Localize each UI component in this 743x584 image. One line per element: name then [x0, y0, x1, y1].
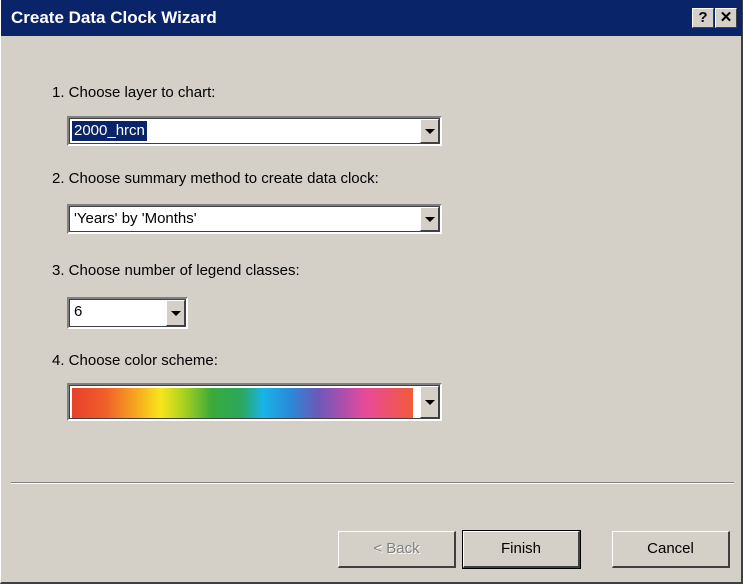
separator-line [11, 482, 734, 484]
legend-classes-dropdown-button[interactable] [166, 300, 185, 326]
layer-dropdown-value: 2000_hrcn [72, 121, 147, 141]
title-bar[interactable]: Create Data Clock Wizard ? ✕ [1, 0, 742, 36]
summary-method-label: 2. Choose summary method to create data … [52, 170, 379, 187]
layer-label: 1. Choose layer to chart: [52, 84, 216, 101]
color-scheme-label: 4. Choose color scheme: [52, 352, 218, 369]
window-title: Create Data Clock Wizard [11, 8, 217, 27]
chevron-down-icon [170, 310, 181, 316]
summary-method-value: 'Years' by 'Months' [74, 210, 197, 227]
legend-classes-label: 3. Choose number of legend classes: [52, 262, 300, 279]
close-icon: ✕ [719, 9, 733, 26]
help-icon: ? [698, 9, 708, 26]
close-button[interactable]: ✕ [715, 8, 737, 28]
layer-dropdown[interactable]: 2000_hrcn [67, 116, 442, 146]
chevron-down-icon [424, 128, 435, 134]
legend-classes-value: 6 [74, 303, 83, 320]
wizard-dialog: Create Data Clock Wizard ? ✕ 1. Choose l… [0, 0, 743, 584]
color-scheme-dropdown[interactable] [67, 383, 442, 421]
back-button[interactable]: < Back [338, 531, 456, 568]
finish-button[interactable]: Finish [462, 530, 581, 569]
cancel-button[interactable]: Cancel [612, 531, 730, 568]
summary-method-dropdown-button[interactable] [420, 207, 439, 231]
help-button[interactable]: ? [692, 8, 714, 28]
chevron-down-icon [424, 216, 435, 222]
color-ramp-swatch [72, 388, 413, 418]
layer-dropdown-button[interactable] [420, 119, 439, 143]
color-scheme-dropdown-button[interactable] [420, 386, 439, 418]
summary-method-dropdown[interactable]: 'Years' by 'Months' [67, 204, 442, 234]
legend-classes-dropdown[interactable]: 6 [67, 297, 188, 329]
chevron-down-icon [424, 399, 435, 405]
